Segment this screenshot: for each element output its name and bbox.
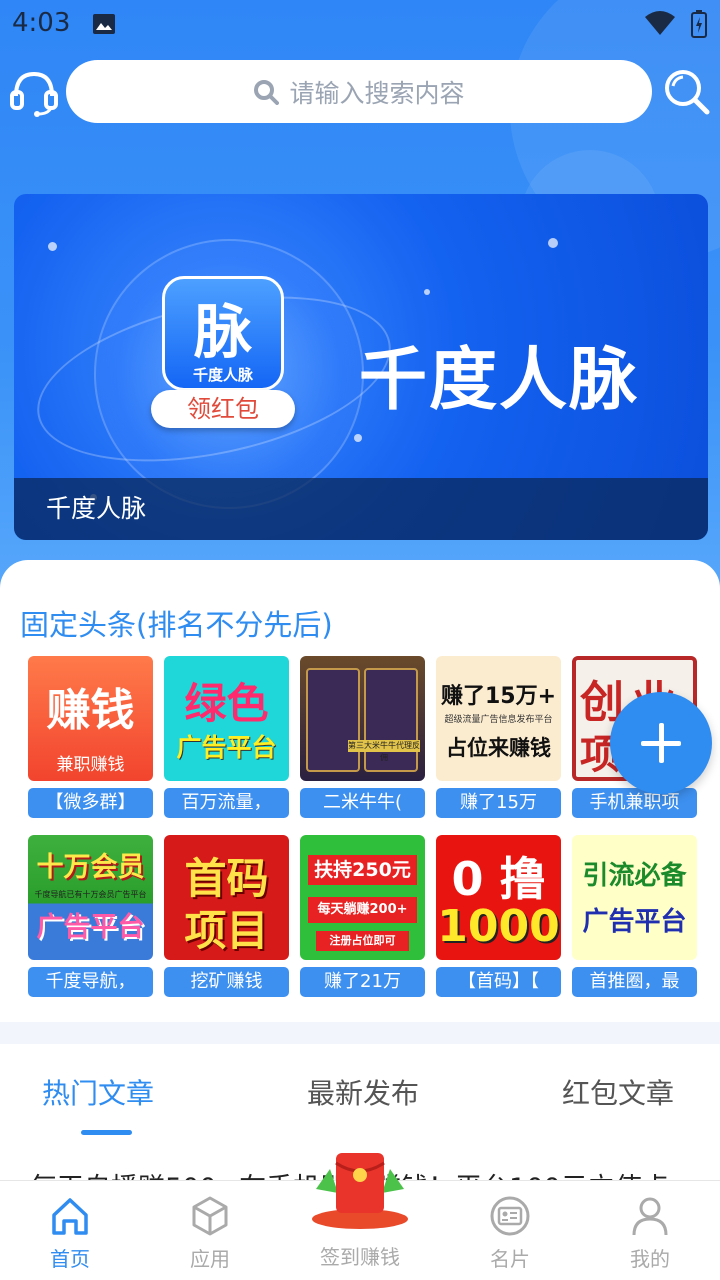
nav-label: 签到赚钱 — [320, 1245, 400, 1269]
user-icon — [632, 1197, 668, 1236]
section-title: 固定头条(排名不分先后) — [20, 608, 333, 642]
headset-icon[interactable] — [8, 66, 60, 118]
headline-tile[interactable]: 0 撸 1000 【首码】【 — [436, 835, 561, 997]
tab-latest[interactable]: 最新发布 — [307, 1072, 419, 1112]
decor-dot — [354, 434, 362, 442]
tile-label: 挖矿赚钱 — [164, 967, 289, 997]
thumb-text: 0 撸 — [451, 852, 546, 906]
thumb-text: 绿色 — [184, 679, 269, 728]
thumb-text: 兼职赚钱 — [56, 755, 125, 775]
status-time: 4:03 — [12, 8, 71, 38]
tile-label: 首推圈，最 — [572, 967, 697, 997]
red-envelope-icon — [312, 1153, 408, 1229]
headline-tile[interactable]: 第三大米牛牛代理反佣 二米牛牛( — [300, 656, 425, 818]
tile-thumbnail: 扶持250元 每天躺赚200+ 注册占位即可 — [300, 835, 425, 960]
nav-label: 名片 — [490, 1247, 530, 1271]
banner-caption: 千度人脉 — [14, 478, 708, 540]
thumb-text: 广告平台 — [176, 733, 277, 762]
search-placeholder: 请输入搜索内容 — [289, 78, 465, 108]
promo-banner[interactable]: 脉 千度人脉 领红包 千度人脉 千度人脉 — [14, 194, 708, 540]
nav-home[interactable]: 首页 — [10, 1181, 130, 1280]
headline-tile[interactable]: 扶持250元 每天躺赚200+ 注册占位即可 赚了21万 — [300, 835, 425, 997]
tile-label: 赚了15万 — [436, 788, 561, 818]
status-bar: 4:03 — [0, 0, 720, 50]
thumb-text: 超级流量广告信息发布平台 — [444, 715, 553, 725]
tile-thumbnail: 引流必备 广告平台 — [572, 835, 697, 960]
card-icon — [490, 1196, 530, 1236]
headline-tile[interactable]: 首码 项目 挖矿赚钱 — [164, 835, 289, 997]
headline-tile[interactable]: 赚了15万+ 超级流量广告信息发布平台 占位来赚钱 赚了15万 — [436, 656, 561, 818]
tile-thumbnail: 第三大米牛牛代理反佣 — [300, 656, 425, 781]
cube-icon — [192, 1196, 228, 1236]
headline-tile[interactable]: 赚钱 兼职赚钱 【微多群】 — [28, 656, 153, 818]
nav-profile[interactable]: 我的 — [590, 1181, 710, 1280]
thumb-text: 占位来赚钱 — [446, 736, 551, 760]
thumb-screen — [306, 668, 360, 772]
app-logo: 脉 千度人脉 — [162, 276, 284, 391]
thumb-text: 赚了15万+ — [440, 684, 557, 709]
tile-thumbnail: 0 撸 1000 — [436, 835, 561, 960]
thumb-text: 项目 — [184, 906, 269, 955]
thumb-text: 赚钱 — [46, 685, 135, 736]
bottom-nav: 首页 应用 签到赚钱 名片 我的 — [0, 1153, 720, 1280]
thumb-text: 第三大米牛牛代理反佣 — [348, 740, 420, 762]
tile-label: 千度导航， — [28, 967, 153, 997]
search-icon[interactable] — [663, 68, 711, 116]
nav-label: 应用 — [190, 1247, 230, 1271]
app-logo-name: 千度人脉 — [192, 366, 253, 384]
thumb-text: 广告平台 — [36, 912, 145, 943]
headline-tile[interactable]: 绿色 广告平台 百万流量， — [164, 656, 289, 818]
headlines-card: 固定头条(排名不分先后) 赚钱 兼职赚钱 【微多群】 绿色 广告平台 百万流量，… — [0, 560, 720, 1022]
tab-red-packet-articles[interactable]: 红包文章 — [562, 1072, 674, 1112]
search-input[interactable]: 请输入搜索内容 — [66, 60, 652, 123]
wifi-icon — [645, 11, 675, 35]
battery-icon — [691, 10, 707, 38]
tile-label: 赚了21万 — [300, 967, 425, 997]
tile-label: 百万流量， — [164, 788, 289, 818]
search-row: 请输入搜索内容 — [0, 58, 720, 128]
tile-thumbnail: 赚钱 兼职赚钱 — [28, 656, 153, 781]
headline-tile[interactable]: 十万会员 千度导航已有十万会员广告平台 广告平台 千度导航， — [28, 835, 153, 997]
nav-card[interactable]: 名片 — [450, 1181, 570, 1280]
tab-hot-articles[interactable]: 热门文章 — [42, 1072, 154, 1112]
thumb-text: 每天躺赚200+ — [308, 897, 417, 923]
headline-tile[interactable]: 引流必备 广告平台 首推圈，最 — [572, 835, 697, 997]
home-icon — [52, 1198, 88, 1235]
thumb-screen — [364, 668, 418, 772]
thumb-text: 引流必备 — [582, 861, 687, 891]
decor-dot — [48, 242, 57, 251]
nav-apps[interactable]: 应用 — [150, 1181, 270, 1280]
plus-icon — [659, 723, 664, 763]
thumb-text: 十万会员 — [36, 852, 145, 883]
thumb-text: 注册占位即可 — [316, 931, 409, 951]
tile-label: 【首码】【 — [436, 967, 561, 997]
red-packet-pill: 领红包 — [151, 390, 295, 428]
active-tab-indicator — [81, 1130, 132, 1135]
thumb-text: 千度导航已有十万会员广告平台 — [34, 890, 147, 899]
image-notification-icon — [93, 14, 115, 34]
nav-label: 首页 — [50, 1247, 90, 1271]
tile-label: 【微多群】 — [28, 788, 153, 818]
thumb-text: 广告平台 — [582, 907, 687, 937]
thumb-text: 扶持250元 — [308, 855, 417, 885]
tile-thumbnail: 绿色 广告平台 — [164, 656, 289, 781]
tile-label: 二米牛牛( — [300, 788, 425, 818]
add-button[interactable] — [610, 692, 712, 794]
app-logo-char: 脉 — [193, 298, 252, 366]
banner-headline: 千度人脉 — [359, 341, 640, 420]
search-icon — [254, 79, 280, 105]
decor-dot — [424, 289, 430, 295]
tile-label: 手机兼职项 — [572, 788, 697, 818]
nav-label: 我的 — [630, 1247, 670, 1271]
tile-thumbnail: 首码 项目 — [164, 835, 289, 960]
thumb-text: 1000 — [437, 901, 560, 952]
tile-thumbnail: 十万会员 千度导航已有十万会员广告平台 广告平台 — [28, 835, 153, 960]
tile-thumbnail: 赚了15万+ 超级流量广告信息发布平台 占位来赚钱 — [436, 656, 561, 781]
decor-dot — [548, 238, 558, 248]
